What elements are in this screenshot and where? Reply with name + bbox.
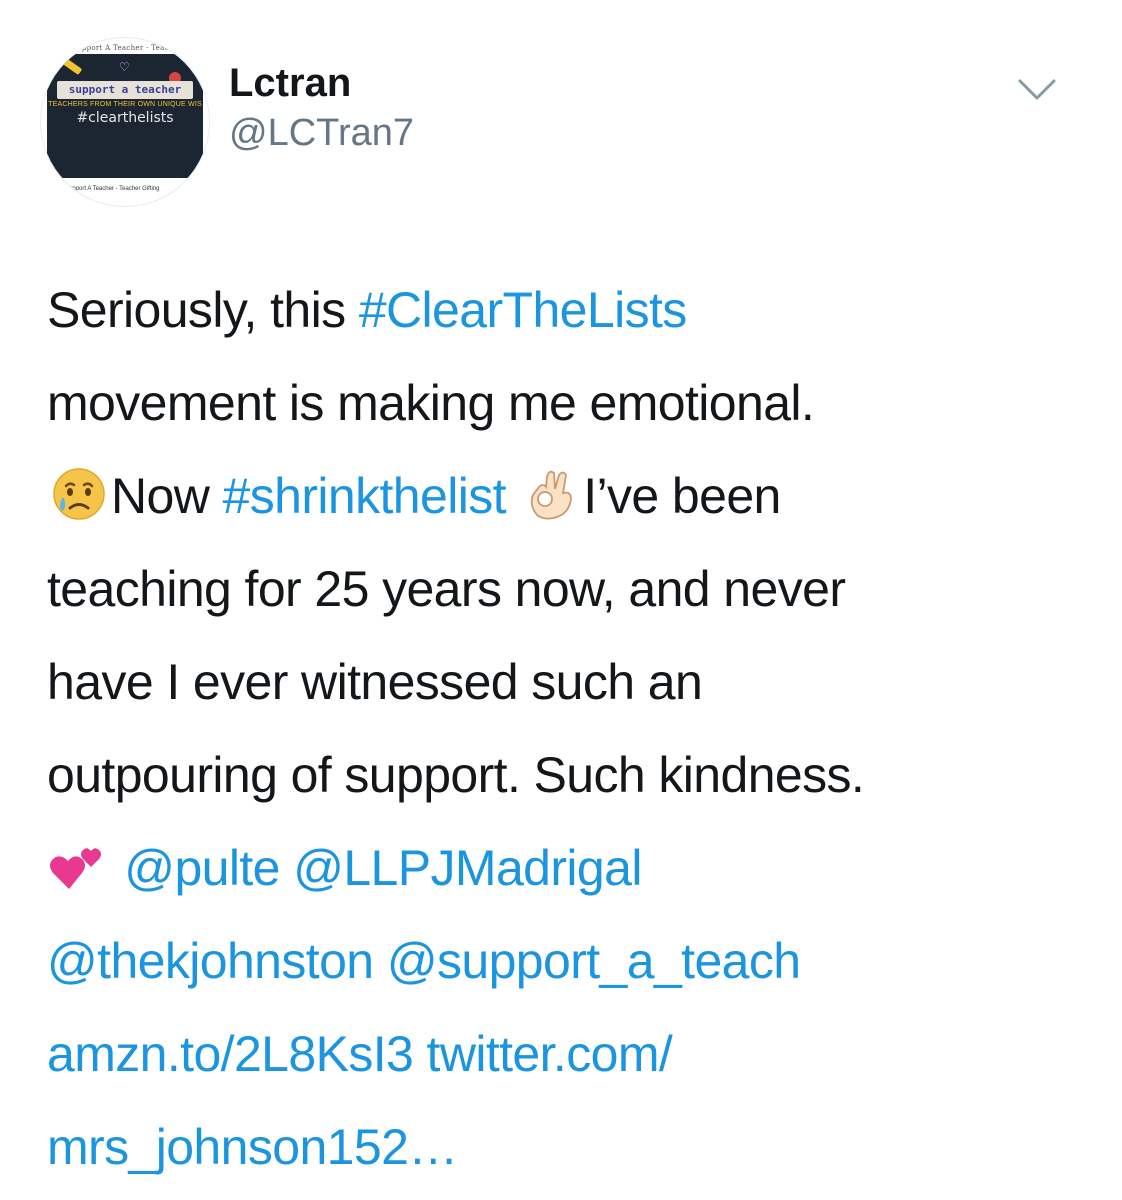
mention-llpjmadrigal[interactable]: @LLPJMadrigal <box>293 840 642 896</box>
tweet-line: Now #shrinkthelist I’ve been <box>47 450 1097 543</box>
mention-pulte[interactable]: @pulte <box>124 840 280 896</box>
heart-icon: ♡ <box>119 60 130 74</box>
avatar-subtitle: TEACHERS FROM THEIR OWN UNIQUE WIS <box>48 101 202 108</box>
tweet-line: have I ever witnessed such an <box>47 636 1097 729</box>
link-twitter[interactable]: twitter.com/ <box>427 1026 673 1082</box>
tweet-text: Seriously, this #ClearTheLists movement … <box>47 264 1097 1194</box>
tweet-card: Support A Teacher - Teache ♡ support a t… <box>0 0 1122 1200</box>
tweet-text-segment: have I ever witnessed such an <box>47 654 703 710</box>
tweet-line: @thekjohnston @support_a_teach <box>47 915 1097 1008</box>
hashtag-clearthelists[interactable]: #ClearTheLists <box>359 282 687 338</box>
tweet-text-segment: Seriously, this <box>47 282 359 338</box>
avatar[interactable]: Support A Teacher - Teache ♡ support a t… <box>40 37 210 207</box>
tweet-line: @pulte @LLPJMadrigal <box>47 822 1097 915</box>
mention-thekjohnston[interactable]: @thekjohnston <box>47 933 374 989</box>
tweet-text-segment: movement is making me emotional. <box>47 375 815 431</box>
tweet-text-segment: outpouring of support. Such kindness. <box>47 747 865 803</box>
user-handle[interactable]: @LCTran7 <box>229 111 414 155</box>
display-name[interactable]: Lctran <box>229 60 351 106</box>
ok-hand-emoji <box>519 465 583 523</box>
tweet-menu-button[interactable] <box>1014 74 1060 104</box>
avatar-bottom-text: Support A Teacher - Teacher Gifting <box>65 186 160 192</box>
crying-face-emoji <box>47 465 111 523</box>
link-amzn[interactable]: amzn.to/2L8KsI3 <box>47 1026 414 1082</box>
tweet-line: mrs_johnson152… <box>47 1101 1097 1194</box>
tweet-text-segment: teaching for 25 years now, and never <box>47 561 846 617</box>
avatar-title: support a teacher <box>57 81 193 99</box>
tweet-line: amzn.to/2L8KsI3 twitter.com/ <box>47 1008 1097 1101</box>
tweet-line: movement is making me emotional. <box>47 357 1097 450</box>
chevron-down-icon <box>1018 79 1056 100</box>
tweet-line: Seriously, this #ClearTheLists <box>47 264 1097 357</box>
tweet-line: outpouring of support. Such kindness. <box>47 729 1097 822</box>
tweet-text-segment: I’ve been <box>583 468 781 524</box>
hashtag-shrinkthelist[interactable]: #shrinkthelist <box>223 468 507 524</box>
tweet-text-segment: Now <box>111 468 223 524</box>
mention-support-a-teach[interactable]: @support_a_teach <box>387 933 801 989</box>
two-hearts-emoji <box>47 837 111 895</box>
avatar-top-text: Support A Teacher - Teache <box>71 44 179 52</box>
link-twitter-continued[interactable]: mrs_johnson152… <box>47 1119 458 1175</box>
tweet-line: teaching for 25 years now, and never <box>47 543 1097 636</box>
avatar-hashtag: #clearthelists <box>76 110 174 126</box>
